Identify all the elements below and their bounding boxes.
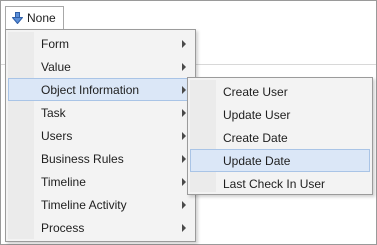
menu-item-timeline-activity[interactable]: Timeline Activity	[8, 193, 193, 216]
menu-item-business-rules[interactable]: Business Rules	[8, 147, 193, 170]
chevron-right-icon	[182, 132, 186, 140]
object-information-submenu: Create User Update User Create Date Upda…	[187, 77, 373, 195]
menu-item-label: Timeline Activity	[41, 197, 127, 212]
menu-item-process[interactable]: Process	[8, 216, 193, 239]
chevron-right-icon	[182, 86, 186, 94]
menu-item-timeline[interactable]: Timeline	[8, 170, 193, 193]
chevron-right-icon	[182, 63, 186, 71]
chevron-right-icon	[182, 155, 186, 163]
menu-item-label: Object Information	[41, 82, 140, 97]
menu-item-object-information[interactable]: Object Information	[8, 78, 193, 101]
editor-window: None Form Value Object Information Task …	[0, 0, 377, 245]
menu-item-label: Users	[41, 128, 73, 143]
menu-item-label: Process	[41, 220, 85, 235]
submenu-item-create-date[interactable]: Create Date	[190, 126, 370, 149]
chevron-right-icon	[182, 224, 186, 232]
menu-item-label: Form	[41, 36, 69, 51]
submenu-item-last-check-in-user[interactable]: Last Check In User	[190, 172, 370, 195]
menu-item-task[interactable]: Task	[8, 101, 193, 124]
menu-item-label: Timeline	[41, 174, 86, 189]
submenu-item-create-user[interactable]: Create User	[190, 80, 370, 103]
submenu-item-label: Last Check In User	[223, 176, 326, 191]
menu-item-label: Business Rules	[41, 151, 124, 166]
submenu-item-label: Update Date	[223, 153, 291, 168]
submenu-item-label: Update User	[223, 107, 291, 122]
field-dropdown-button[interactable]: None	[5, 6, 64, 29]
arrow-down-icon	[12, 12, 23, 24]
submenu-item-label: Create User	[223, 84, 288, 99]
menu-item-form[interactable]: Form	[8, 32, 193, 55]
chevron-right-icon	[182, 40, 186, 48]
chevron-right-icon	[182, 109, 186, 117]
menu-item-label: Value	[41, 59, 71, 74]
dropdown-label: None	[27, 11, 56, 25]
submenu-item-update-date[interactable]: Update Date	[190, 149, 370, 172]
chevron-right-icon	[182, 201, 186, 209]
submenu-item-label: Create Date	[223, 130, 288, 145]
menu-item-value[interactable]: Value	[8, 55, 193, 78]
field-menu: Form Value Object Information Task Users…	[5, 29, 196, 242]
submenu-item-update-user[interactable]: Update User	[190, 103, 370, 126]
chevron-right-icon	[182, 178, 186, 186]
menu-item-users[interactable]: Users	[8, 124, 193, 147]
menu-item-label: Task	[41, 105, 66, 120]
